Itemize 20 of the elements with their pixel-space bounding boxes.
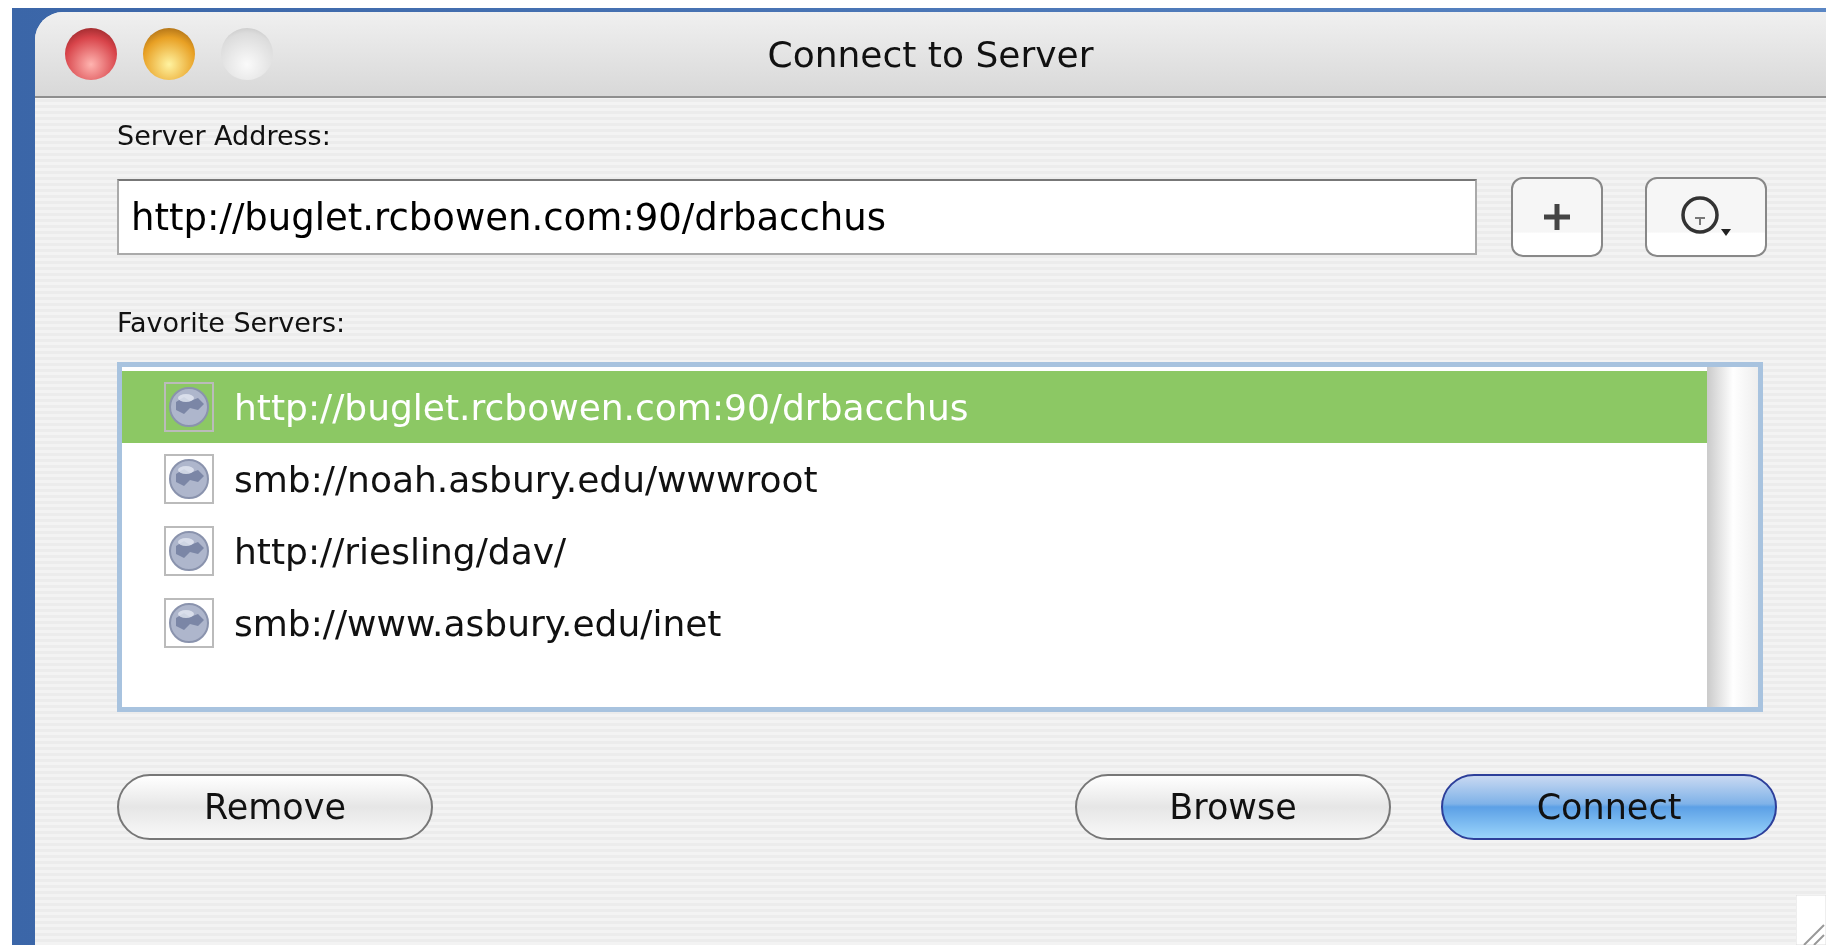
minimize-button[interactable] [143,28,195,80]
globe-icon [164,382,214,432]
globe-icon [164,598,214,648]
scrollbar-track[interactable] [1707,367,1758,707]
server-address-label: Server Address: [117,120,331,151]
window-title: Connect to Server [767,33,1094,75]
server-list-item[interactable]: http://riesling/dav/ [122,515,1707,587]
resize-grip-icon [1796,895,1826,945]
globe-icon [164,454,214,504]
globe-icon [164,526,214,576]
favorite-servers-label: Favorite Servers: [117,307,346,338]
browse-button[interactable]: Browse [1075,774,1391,840]
recent-servers-button[interactable] [1645,177,1767,257]
close-button[interactable] [65,28,117,80]
server-address-field[interactable]: http://buglet.rcbowen.com:90/drbacchus [117,179,1477,255]
connect-button[interactable]: Connect [1441,774,1777,840]
server-list-item[interactable]: smb://noah.asbury.edu/wwwroot [122,443,1707,515]
remove-button[interactable]: Remove [117,774,433,840]
server-list-item[interactable]: smb://www.asbury.edu/inet [122,587,1707,659]
add-favorite-button[interactable] [1511,177,1603,257]
